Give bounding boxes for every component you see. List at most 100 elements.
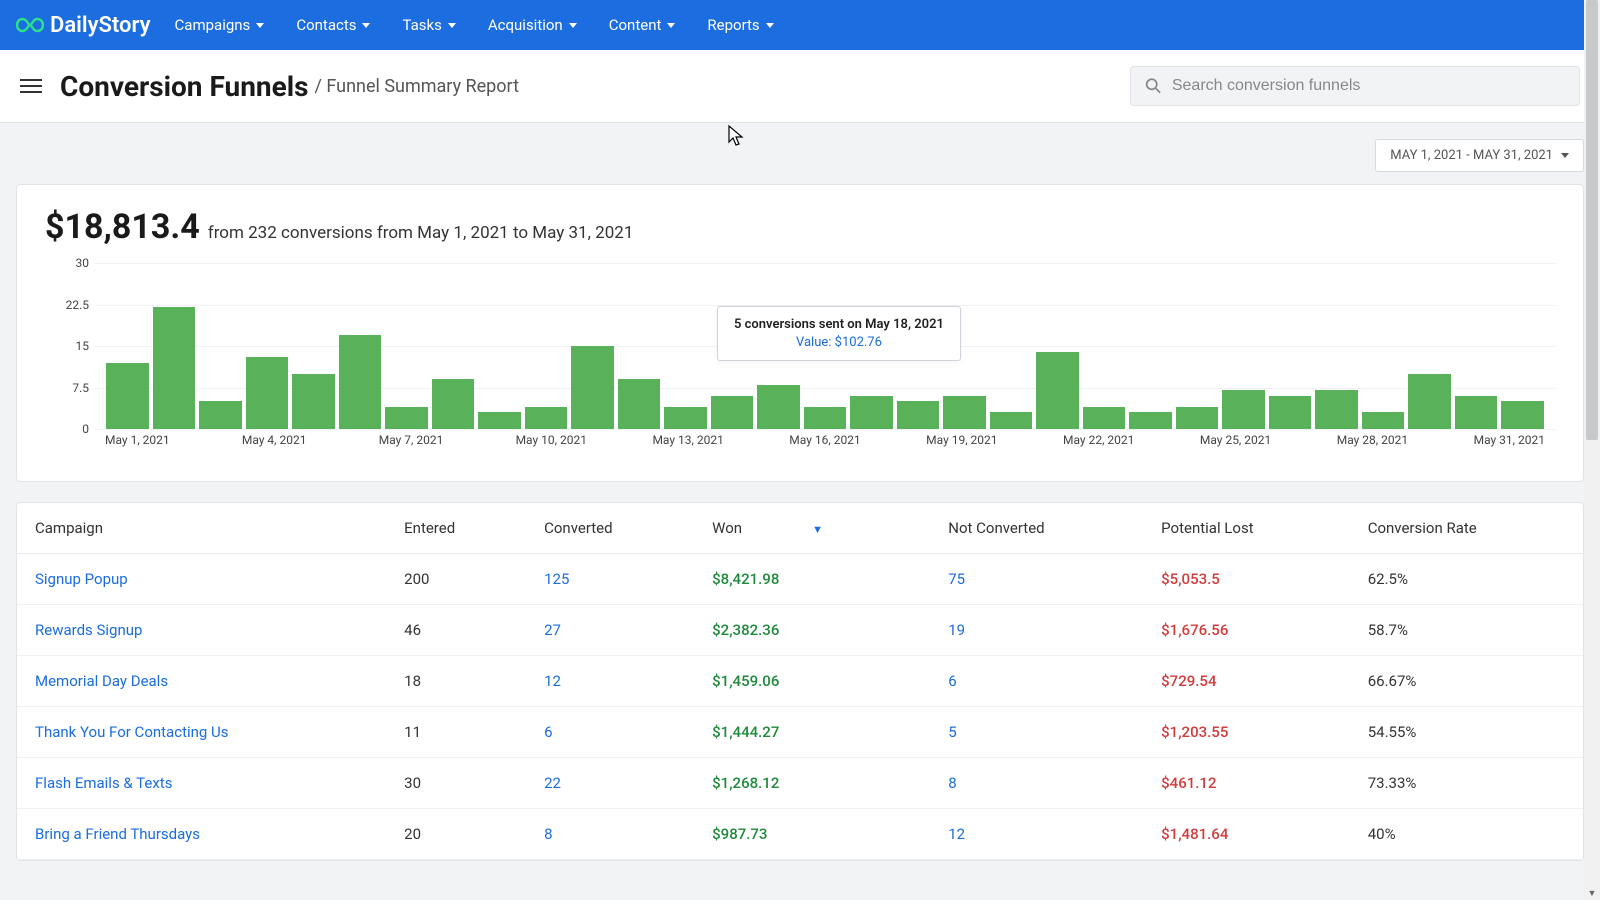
chart-bar[interactable] xyxy=(804,407,847,429)
y-axis-tick: 22.5 xyxy=(66,298,89,312)
converted-link[interactable]: 27 xyxy=(526,605,694,656)
chart-bar[interactable] xyxy=(943,396,986,429)
chart-bar[interactable] xyxy=(525,407,568,429)
nav-item-label: Reports xyxy=(707,16,759,34)
nav-item-acquisition[interactable]: Acquisition xyxy=(488,16,577,34)
date-range-picker[interactable]: MAY 1, 2021 - MAY 31, 2021 xyxy=(1375,139,1584,172)
nav-item-label: Acquisition xyxy=(488,16,563,34)
x-axis-tick: May 1, 2021 xyxy=(105,433,242,453)
scrollbar-thumb[interactable] xyxy=(1586,0,1598,440)
nav-item-label: Content xyxy=(609,16,662,34)
chart-bar[interactable] xyxy=(711,396,754,429)
converted-link[interactable]: 8 xyxy=(526,809,694,860)
table-header-won[interactable]: Won▼ xyxy=(694,503,930,554)
nav-item-campaigns[interactable]: Campaigns xyxy=(175,16,265,34)
chart-bar[interactable] xyxy=(199,401,242,429)
scroll-down-icon[interactable]: ▼ xyxy=(1584,886,1600,900)
menu-toggle-icon[interactable] xyxy=(20,79,42,93)
campaign-link[interactable]: Signup Popup xyxy=(17,554,386,605)
chart-bar[interactable] xyxy=(432,379,475,429)
not-converted-link[interactable]: 12 xyxy=(930,809,1143,860)
nav-item-reports[interactable]: Reports xyxy=(707,16,773,34)
chart-bar[interactable] xyxy=(478,412,521,429)
not-converted-link[interactable]: 75 xyxy=(930,554,1143,605)
not-converted-link[interactable]: 6 xyxy=(930,656,1143,707)
chart-bar[interactable] xyxy=(106,363,149,429)
campaign-link[interactable]: Bring a Friend Thursdays xyxy=(17,809,386,860)
table-header-not-converted[interactable]: Not Converted xyxy=(930,503,1143,554)
won-value: $1,459.06 xyxy=(694,656,930,707)
brand-logo[interactable]: DailyStory xyxy=(16,13,151,38)
chart-bar[interactable] xyxy=(571,346,614,429)
chart-bar[interactable] xyxy=(618,379,661,429)
conversion-rate-value: 54.55% xyxy=(1350,707,1583,758)
chart-bar[interactable] xyxy=(897,401,940,429)
y-axis-tick: 0 xyxy=(82,422,89,436)
chart-bar[interactable] xyxy=(1315,390,1358,429)
chart-bar[interactable] xyxy=(1362,412,1405,429)
chart-bar[interactable] xyxy=(1269,396,1312,429)
vertical-scrollbar[interactable]: ▲ ▼ xyxy=(1584,0,1600,900)
not-converted-link[interactable]: 5 xyxy=(930,707,1143,758)
chart-bar[interactable] xyxy=(1222,390,1265,429)
chart-bar[interactable] xyxy=(1036,352,1079,429)
chart-bar[interactable] xyxy=(1176,407,1219,429)
chart-bar[interactable] xyxy=(385,407,428,429)
search-box[interactable] xyxy=(1130,66,1580,106)
not-converted-link[interactable]: 8 xyxy=(930,758,1143,809)
chart-bar[interactable] xyxy=(292,374,335,429)
chart-bar[interactable] xyxy=(664,407,707,429)
revenue-subtext: from 232 conversions from May 1, 2021 to… xyxy=(208,223,634,243)
converted-link[interactable]: 6 xyxy=(526,707,694,758)
gridline xyxy=(95,429,1555,430)
y-axis-tick: 30 xyxy=(76,256,90,270)
potential-lost-value: $5,053.5 xyxy=(1143,554,1350,605)
chart-bar[interactable] xyxy=(1129,412,1172,429)
chart-bar[interactable] xyxy=(1501,401,1544,429)
table-row: Signup Popup200125$8,421.9875$5,053.562.… xyxy=(17,554,1583,605)
revenue-total: $18,813.4 xyxy=(45,207,200,247)
search-input[interactable] xyxy=(1172,77,1565,95)
chart-bar[interactable] xyxy=(1408,374,1451,429)
potential-lost-value: $729.54 xyxy=(1143,656,1350,707)
table-row: Bring a Friend Thursdays208$987.7312$1,4… xyxy=(17,809,1583,860)
chevron-down-icon xyxy=(569,23,577,28)
x-axis-tick: May 19, 2021 xyxy=(926,433,1063,453)
campaign-link[interactable]: Rewards Signup xyxy=(17,605,386,656)
nav-item-contacts[interactable]: Contacts xyxy=(296,16,370,34)
table-header-campaign[interactable]: Campaign xyxy=(17,503,386,554)
campaign-link[interactable]: Memorial Day Deals xyxy=(17,656,386,707)
sort-desc-icon: ▼ xyxy=(812,523,823,536)
potential-lost-value: $1,203.55 xyxy=(1143,707,1350,758)
chart-bar[interactable] xyxy=(339,335,382,429)
chart-bar[interactable] xyxy=(990,412,1033,429)
conversion-rate-value: 66.67% xyxy=(1350,656,1583,707)
won-value: $1,444.27 xyxy=(694,707,930,758)
converted-link[interactable]: 22 xyxy=(526,758,694,809)
chart-bar[interactable] xyxy=(1455,396,1498,429)
campaign-link[interactable]: Flash Emails & Texts xyxy=(17,758,386,809)
potential-lost-value: $461.12 xyxy=(1143,758,1350,809)
table-header-converted[interactable]: Converted xyxy=(526,503,694,554)
not-converted-link[interactable]: 19 xyxy=(930,605,1143,656)
top-nav: DailyStory Campaigns Contacts Tasks Acquisi… xyxy=(0,0,1600,50)
chart-bar[interactable] xyxy=(850,396,893,429)
converted-link[interactable]: 125 xyxy=(526,554,694,605)
nav-item-tasks[interactable]: Tasks xyxy=(402,16,455,34)
conversion-rate-value: 62.5% xyxy=(1350,554,1583,605)
entered-value: 20 xyxy=(386,809,526,860)
chart-bar[interactable] xyxy=(246,357,289,429)
chart-bar[interactable] xyxy=(757,385,800,429)
conversion-rate-value: 40% xyxy=(1350,809,1583,860)
table-header-entered[interactable]: Entered xyxy=(386,503,526,554)
chart-bar[interactable] xyxy=(153,307,196,429)
table-header-potential-lost[interactable]: Potential Lost xyxy=(1143,503,1350,554)
table-row: Thank You For Contacting Us116$1,444.275… xyxy=(17,707,1583,758)
table-header-conversion-rate[interactable]: Conversion Rate xyxy=(1350,503,1583,554)
nav-item-label: Tasks xyxy=(402,16,441,34)
y-axis-tick: 7.5 xyxy=(72,381,89,395)
campaign-link[interactable]: Thank You For Contacting Us xyxy=(17,707,386,758)
nav-item-content[interactable]: Content xyxy=(609,16,676,34)
converted-link[interactable]: 12 xyxy=(526,656,694,707)
chart-bar[interactable] xyxy=(1083,407,1126,429)
